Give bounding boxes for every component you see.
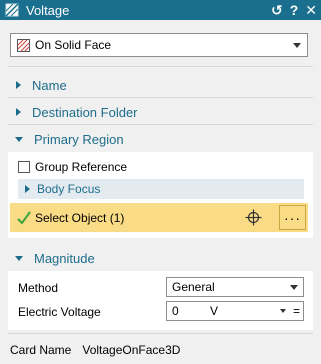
type-dropdown[interactable]: On Solid Face: [10, 33, 308, 57]
voltage-app-icon: [5, 3, 19, 17]
section-primary-region-label: Primary Region: [34, 131, 124, 147]
group-reference-label: Group Reference: [35, 160, 128, 174]
checkmark-icon: [17, 210, 31, 225]
chevron-down-icon: [293, 43, 301, 48]
divider: [8, 333, 313, 334]
solid-face-icon: [17, 38, 30, 52]
body-focus-subsection[interactable]: Body Focus: [18, 179, 304, 199]
divider: [8, 66, 313, 67]
group-reference-checkbox[interactable]: [18, 161, 30, 173]
section-destination-folder-label: Destination Folder: [32, 104, 138, 120]
group-reference-option[interactable]: Group Reference: [18, 160, 127, 174]
unit-dropdown-icon[interactable]: [280, 309, 286, 313]
type-dropdown-value: On Solid Face: [35, 38, 112, 52]
section-destination-folder-header[interactable]: Destination Folder: [8, 99, 313, 125]
reset-icon[interactable]: ↺: [271, 0, 283, 20]
voltage-value-input[interactable]: 0: [172, 304, 210, 318]
expand-arrow-icon: [16, 108, 21, 116]
section-name-label: Name: [32, 77, 67, 93]
expand-arrow-icon: [16, 81, 21, 89]
section-primary-region-header[interactable]: Primary Region: [8, 126, 313, 152]
expand-arrow-icon: [25, 185, 30, 193]
help-icon[interactable]: ?: [290, 0, 299, 20]
chevron-down-icon: [290, 285, 298, 290]
close-icon[interactable]: ✕: [305, 0, 317, 20]
collapse-arrow-icon: [15, 255, 23, 261]
section-name-header[interactable]: Name: [8, 72, 313, 98]
crosshair-icon[interactable]: [245, 209, 262, 226]
electric-voltage-field[interactable]: 0 V =: [166, 301, 304, 321]
select-object-row[interactable]: Select Object (1) ···: [10, 203, 308, 232]
more-options-label: ···: [284, 209, 301, 226]
method-label: Method: [18, 281, 59, 295]
divider: [8, 97, 313, 98]
card-name-row: Card Name VoltageOnFace3D: [10, 343, 180, 357]
card-name-value: VoltageOnFace3D: [82, 343, 181, 357]
method-dropdown[interactable]: General: [166, 277, 304, 297]
window-title: Voltage: [26, 2, 70, 18]
electric-voltage-label: Electric Voltage: [18, 305, 101, 319]
select-object-label: Select Object (1): [35, 210, 125, 225]
card-name-label: Card Name: [10, 343, 72, 357]
divider: [8, 124, 313, 125]
section-magnitude-label: Magnitude: [34, 250, 95, 266]
title-bar: Voltage ↺ ? ✕: [0, 0, 321, 20]
section-magnitude-header[interactable]: Magnitude: [8, 245, 313, 271]
equals-icon[interactable]: =: [293, 304, 300, 318]
method-dropdown-value: General: [172, 280, 215, 294]
body-focus-label: Body Focus: [37, 182, 101, 196]
collapse-arrow-icon: [15, 136, 23, 142]
voltage-unit: V: [210, 304, 219, 318]
more-options-button[interactable]: ···: [279, 205, 306, 230]
